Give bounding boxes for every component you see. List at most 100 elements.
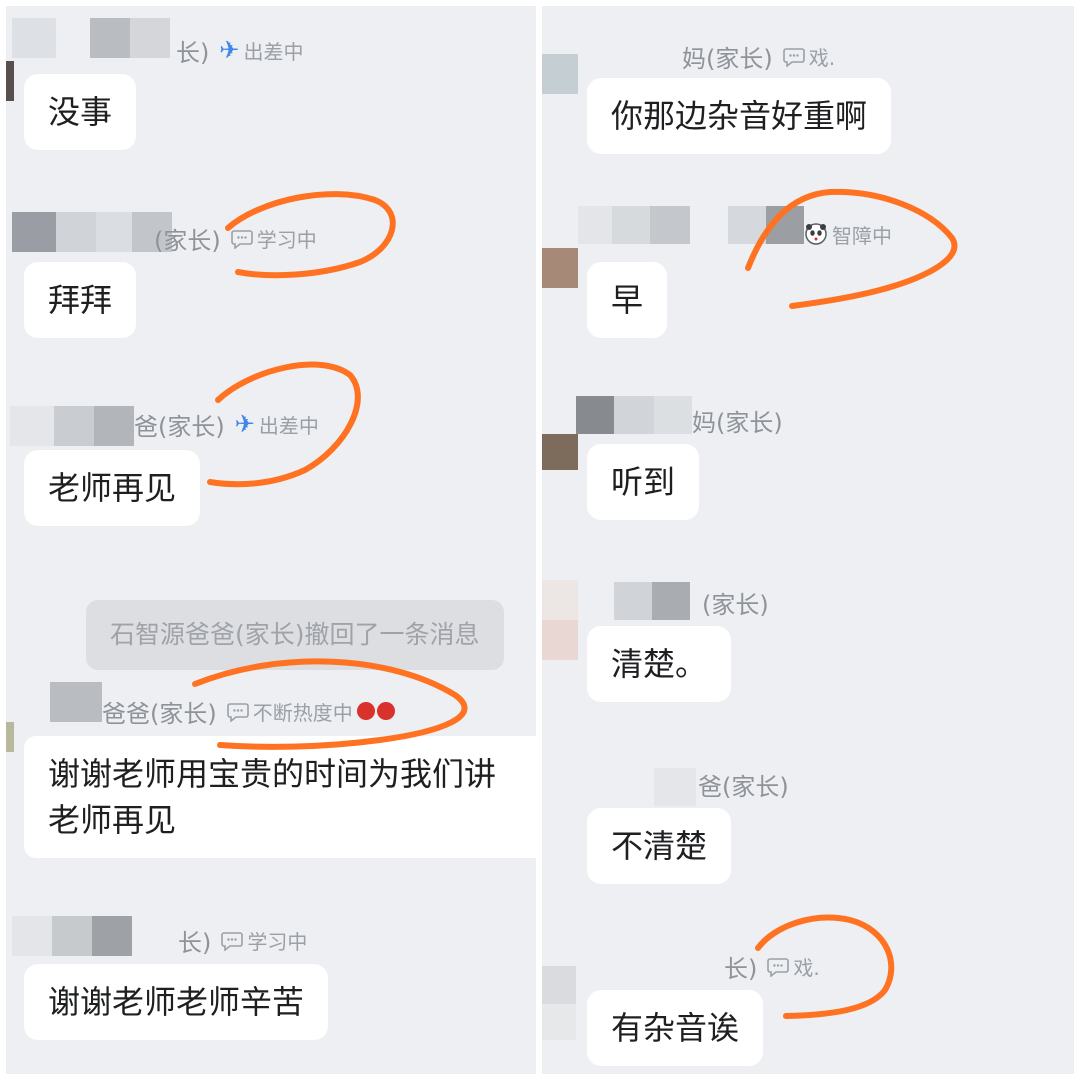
blurred-name xyxy=(612,206,650,244)
message-text: 拜拜 xyxy=(48,281,113,319)
message-text: 早 xyxy=(611,281,644,319)
blurred-avatar xyxy=(6,722,14,752)
devil-emoji-icon xyxy=(376,702,395,720)
recall-notice: 石智源爸爸(家长)撤回了一条消息 xyxy=(86,600,504,670)
sender-name: (家长) xyxy=(702,590,769,619)
blurred-avatar xyxy=(542,580,578,620)
status-text: 戏. xyxy=(808,45,836,70)
blurred-name xyxy=(52,916,92,956)
blurred-avatar xyxy=(542,1004,576,1040)
sender-name: 爸(家长) xyxy=(698,772,789,801)
blurred-avatar xyxy=(50,682,102,722)
message-text: 没事 xyxy=(48,93,113,131)
message-text: 不清楚 xyxy=(611,827,708,865)
status-text: 戏. xyxy=(793,955,820,980)
blurred-avatar xyxy=(542,248,578,288)
sender-name: 爸爸(家长) xyxy=(102,699,217,728)
speech-bubble-icon xyxy=(226,700,249,722)
blurred-avatar xyxy=(12,212,56,252)
message-bubble[interactable]: 清楚。 xyxy=(587,626,732,702)
status-text: 出差中 xyxy=(243,39,304,64)
blurred-name xyxy=(96,212,136,252)
sender-name: 长) xyxy=(724,954,758,983)
status-tag: ✈ 出差中 xyxy=(235,410,319,439)
blurred-name xyxy=(728,206,768,244)
status-tag: 学习中 xyxy=(230,224,317,253)
airplane-icon: ✈ xyxy=(234,410,255,438)
message-text: 清楚。 xyxy=(611,645,708,683)
blurred-avatar xyxy=(542,620,578,660)
message-bubble[interactable]: 没事 xyxy=(24,74,137,150)
status-tag: 学习中 xyxy=(221,926,307,955)
message-header: (家长) 学习中 xyxy=(154,218,317,258)
message-bubble[interactable]: 早 xyxy=(587,262,668,338)
mask-emoji-icon xyxy=(356,702,375,720)
blurred-name xyxy=(654,768,696,806)
blurred-avatar xyxy=(12,916,56,956)
message-text: 老师再见 xyxy=(48,469,177,507)
blurred-avatar xyxy=(542,434,578,470)
sender-name: 爸(家长) xyxy=(134,412,225,441)
message-header: 智障中 xyxy=(804,214,892,254)
message-text: 有杂音诶 xyxy=(611,1009,740,1047)
message-header: 妈(家长) xyxy=(692,400,783,440)
message-header: 长) 学习中 xyxy=(178,920,307,960)
status-tag: 戏. xyxy=(782,42,836,71)
blurred-avatar xyxy=(10,406,54,446)
message-bubble[interactable]: 有杂音诶 xyxy=(587,990,764,1066)
sender-name: 长) xyxy=(178,928,212,957)
blurred-name xyxy=(652,582,690,620)
blurred-name xyxy=(614,582,654,620)
sender-name: 妈(家长) xyxy=(692,408,783,437)
blurred-name xyxy=(614,396,654,434)
status-text: 出差中 xyxy=(258,413,319,438)
speech-bubble-icon xyxy=(221,929,244,951)
chat-panel-left[interactable]: 长) ✈ 出差中 没事 (家长) 学习中 拜拜 爸(家长) ✈ 出差中 老师再见… xyxy=(6,6,536,1074)
status-text: 学习中 xyxy=(256,227,317,252)
status-text: 智障中 xyxy=(832,223,892,248)
panda-icon xyxy=(804,222,828,246)
speech-bubble-icon xyxy=(230,227,253,249)
message-bubble[interactable]: 听到 xyxy=(587,444,700,520)
message-bubble[interactable]: 拜拜 xyxy=(24,262,137,338)
airplane-icon: ✈ xyxy=(219,36,240,64)
message-bubble[interactable]: 不清楚 xyxy=(587,808,732,884)
sender-name: 妈(家长) xyxy=(682,44,773,73)
message-text: 老师再见 xyxy=(48,801,177,839)
blurred-avatar xyxy=(542,966,576,1004)
message-header: 爸(家长) xyxy=(698,764,789,804)
speech-bubble-icon xyxy=(782,45,805,67)
blurred-name xyxy=(654,396,692,434)
message-bubble[interactable]: 你那边杂音好重啊 xyxy=(587,78,892,154)
blurred-name xyxy=(94,406,134,446)
blurred-name xyxy=(56,212,96,252)
message-bubble[interactable]: 谢谢老师老师辛苦 xyxy=(24,964,329,1040)
status-tag: 智障中 xyxy=(804,220,892,249)
message-text: 你那边杂音好重啊 xyxy=(611,97,868,135)
sender-name: (家长) xyxy=(154,226,221,255)
blurred-name xyxy=(54,406,94,446)
message-header: 妈(家长) 戏. xyxy=(682,36,835,76)
blurred-name xyxy=(90,18,130,58)
message-header: (家长) xyxy=(702,582,769,622)
message-header: 长) ✈ 出差中 xyxy=(176,30,303,70)
message-bubble[interactable]: 老师再见 xyxy=(24,450,201,526)
status-text: 不断热度中 xyxy=(252,700,353,725)
blurred-name xyxy=(92,916,132,956)
blurred-name xyxy=(766,206,804,244)
speech-bubble-icon xyxy=(767,955,790,977)
message-header: 长) 戏. xyxy=(724,946,820,986)
status-tag: 戏. xyxy=(767,952,820,981)
blurred-name xyxy=(650,206,690,244)
status-text: 学习中 xyxy=(247,929,308,954)
status-tag: 不断热度中 xyxy=(226,697,395,726)
message-bubble[interactable]: 谢谢老师用宝贵的时间为我们讲 老师再见 xyxy=(24,736,536,858)
message-header: 爸爸(家长) 不断热度中 xyxy=(102,691,395,731)
blurred-avatar xyxy=(6,61,14,101)
blurred-avatar xyxy=(12,18,56,58)
message-header: 爸(家长) ✈ 出差中 xyxy=(134,404,319,444)
blurred-avatar xyxy=(542,54,578,94)
status-tag: ✈ 出差中 xyxy=(219,36,303,65)
sender-name: 长) xyxy=(176,38,210,67)
chat-panel-right[interactable]: 妈(家长) 戏. 你那边杂音好重啊 智障中 早 妈(家长) 听到 (家长) 清楚… xyxy=(542,6,1074,1074)
